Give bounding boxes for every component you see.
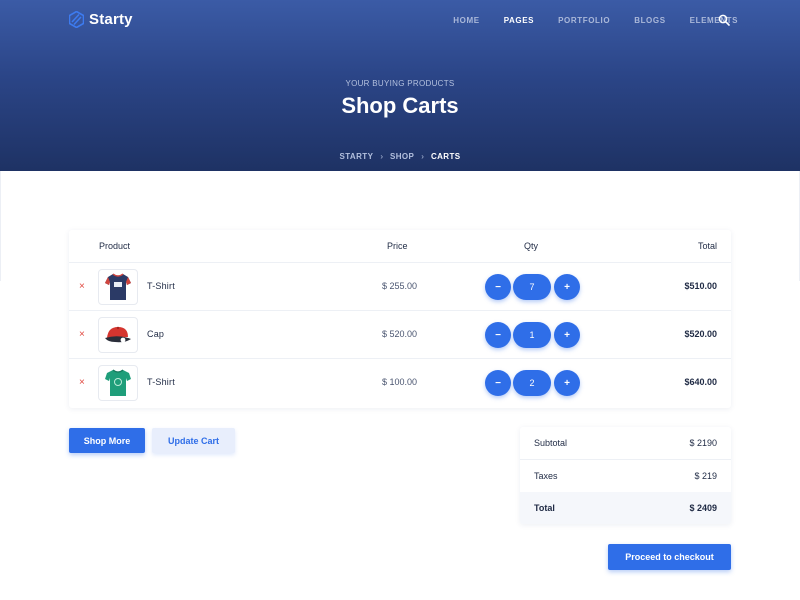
product-price: $ 520.00 [381, 329, 417, 339]
product-name[interactable]: T-Shirt [147, 377, 175, 387]
qty-decrease-button[interactable]: − [485, 274, 511, 300]
qty-decrease-button[interactable]: − [485, 322, 511, 348]
column-header-price: Price [387, 241, 408, 251]
summary-row-subtotal: Subtotal $ 2190 [520, 427, 731, 460]
remove-item-button[interactable]: × [79, 281, 85, 292]
product-image[interactable] [98, 317, 138, 353]
divider [0, 171, 1, 281]
search-icon[interactable] [718, 14, 730, 26]
nav-item-portfolio[interactable]: PORTFOLIO [558, 16, 610, 25]
nav-item-home[interactable]: HOME [453, 16, 479, 25]
chevron-right-icon: › [380, 152, 383, 161]
product-name[interactable]: T-Shirt [147, 281, 175, 291]
cart-summary: Subtotal $ 2190 Taxes $ 219 Total $ 2409 [520, 427, 731, 524]
qty-input[interactable]: 7 [513, 274, 551, 300]
qty-input[interactable]: 2 [513, 370, 551, 396]
cart-table: Product Price Qty Total × T-Shirt $ 255.… [69, 230, 731, 408]
update-cart-button[interactable]: Update Cart [152, 428, 235, 453]
qty-increase-button[interactable]: + [554, 370, 580, 396]
product-image[interactable] [98, 269, 138, 305]
table-row: × T-Shirt $ 255.00 − 7 + $510.00 [69, 263, 731, 311]
table-row: × Cap $ 520.00 − 1 + $520.00 [69, 311, 731, 359]
hero-banner: Starty HOME PAGES PORTFOLIO BLOGS ELEMEN… [0, 0, 800, 171]
line-total: $520.00 [684, 329, 717, 339]
shop-more-button[interactable]: Shop More [69, 428, 145, 453]
taxes-value: $ 219 [694, 471, 717, 481]
total-label: Total [534, 503, 555, 513]
logo-icon [69, 11, 84, 28]
qty-increase-button[interactable]: + [554, 322, 580, 348]
brand-name: Starty [89, 11, 133, 28]
product-price: $ 255.00 [381, 281, 417, 291]
summary-row-taxes: Taxes $ 219 [520, 460, 731, 493]
remove-item-button[interactable]: × [79, 377, 85, 388]
summary-row-total: Total $ 2409 [520, 492, 731, 524]
nav-item-blogs[interactable]: BLOGS [634, 16, 665, 25]
main-nav: HOME PAGES PORTFOLIO BLOGS ELEMENTS [429, 16, 738, 25]
breadcrumb-carts: CARTS [430, 152, 461, 161]
product-price: $ 100.00 [381, 377, 417, 387]
subtotal-value: $ 2190 [689, 438, 717, 448]
product-name[interactable]: Cap [147, 329, 164, 339]
product-image[interactable] [98, 365, 138, 401]
nav-item-pages[interactable]: PAGES [504, 16, 534, 25]
tshirt-navy-image [105, 273, 131, 300]
table-header: Product Price Qty Total [69, 230, 731, 263]
column-header-qty: Qty [524, 241, 539, 251]
brand-logo[interactable]: Starty [69, 11, 133, 28]
chevron-right-icon: › [421, 152, 424, 161]
qty-increase-button[interactable]: + [554, 274, 580, 300]
cap-red-image [105, 326, 131, 343]
column-header-product: Product [99, 241, 131, 251]
nav-item-elements[interactable]: ELEMENTS [690, 16, 738, 25]
line-total: $510.00 [684, 281, 717, 291]
breadcrumb-shop[interactable]: SHOP [390, 152, 414, 161]
breadcrumb: STARTY › SHOP › CARTS [0, 152, 800, 161]
taxes-label: Taxes [534, 471, 558, 481]
breadcrumb-starty[interactable]: STARTY [340, 152, 374, 161]
qty-decrease-button[interactable]: − [485, 370, 511, 396]
table-row: × T-Shirt $ 100.00 − 2 + $640.00 [69, 359, 731, 407]
tshirt-green-image [105, 369, 131, 396]
qty-input[interactable]: 1 [513, 322, 551, 348]
page-subtitle: YOUR BUYING PRODUCTS [345, 79, 455, 88]
proceed-to-checkout-button[interactable]: Proceed to checkout [608, 544, 731, 570]
line-total: $640.00 [684, 377, 717, 387]
remove-item-button[interactable]: × [79, 329, 85, 340]
column-header-total: Total [697, 241, 717, 251]
total-value: $ 2409 [689, 503, 717, 513]
subtotal-label: Subtotal [534, 438, 568, 448]
page-title: Shop Carts [341, 93, 459, 118]
